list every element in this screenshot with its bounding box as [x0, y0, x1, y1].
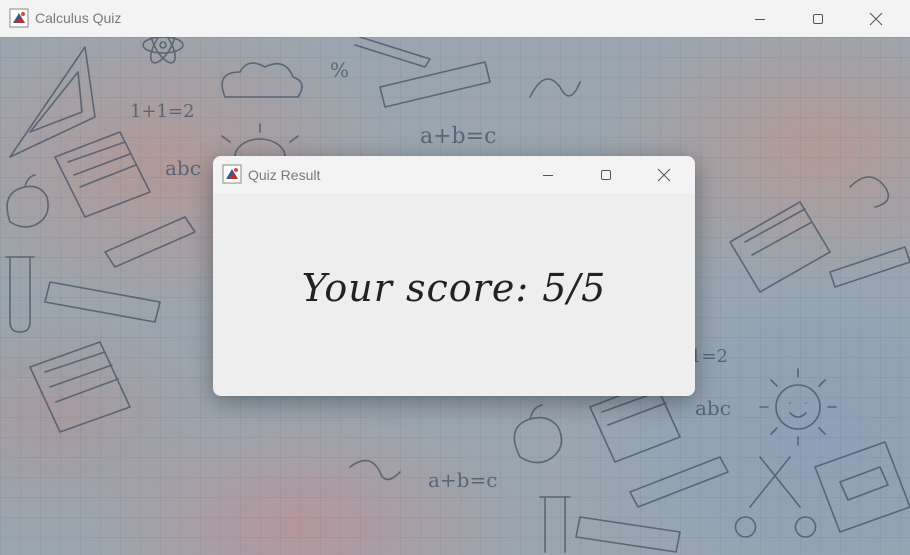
minimize-button[interactable]	[731, 0, 789, 37]
dialog-titlebar[interactable]: Quiz Result	[213, 156, 695, 193]
close-icon	[657, 168, 671, 181]
close-icon	[869, 12, 883, 25]
java-app-icon	[222, 164, 242, 184]
maximize-icon	[601, 169, 611, 180]
dialog-close-button[interactable]	[635, 156, 693, 193]
java-app-icon	[9, 8, 29, 28]
maximize-button[interactable]	[789, 0, 847, 37]
dialog-maximize-button[interactable]	[577, 156, 635, 193]
score-label: Your score: 5/5	[301, 266, 607, 310]
quiz-result-dialog: Quiz Result Your score: 5/5	[213, 156, 695, 396]
minimize-icon	[755, 18, 765, 20]
minimize-icon	[543, 174, 553, 176]
dialog-minimize-button[interactable]	[519, 156, 577, 193]
main-titlebar[interactable]: Calculus Quiz	[0, 0, 910, 37]
close-button[interactable]	[847, 0, 905, 37]
window-title: Calculus Quiz	[35, 10, 122, 26]
dialog-title: Quiz Result	[248, 167, 321, 183]
maximize-icon	[813, 13, 823, 24]
